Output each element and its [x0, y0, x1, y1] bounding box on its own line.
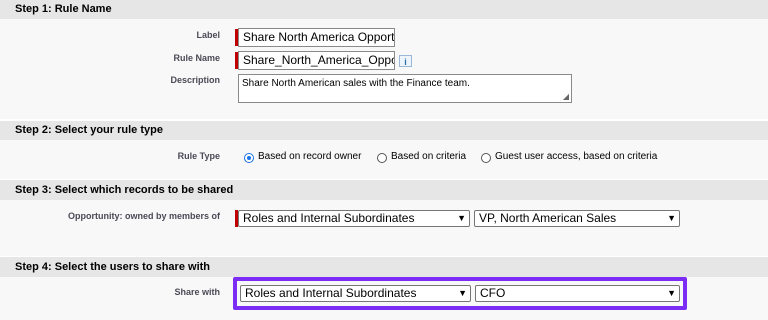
step2-heading: Step 2: Select your rule type — [0, 121, 768, 140]
chevron-down-icon: ▼ — [457, 213, 466, 223]
radio-criteria[interactable] — [377, 153, 387, 163]
owner-group-type-select[interactable]: Roles and Internal Subordinates ▼ — [238, 210, 470, 227]
owner-group-value: VP, North American Sales — [479, 211, 617, 225]
radio-record-owner-label[interactable]: Based on record owner — [258, 151, 361, 162]
share-with-group-value-select[interactable]: CFO ▼ — [475, 285, 680, 302]
step1-heading: Step 1: Rule Name — [0, 0, 768, 19]
radio-criteria-label[interactable]: Based on criteria — [391, 151, 466, 162]
description-text: Share North American sales with the Fina… — [242, 78, 470, 89]
step4-heading: Step 4: Select the users to share with — [0, 257, 768, 277]
chevron-down-icon: ▼ — [458, 288, 467, 298]
resize-grip-icon[interactable]: ◢ — [563, 93, 569, 101]
info-icon[interactable]: i — [399, 55, 412, 67]
rule-name-caption: Rule Name — [173, 53, 220, 63]
description-textarea[interactable]: Share North American sales with the Fina… — [238, 74, 572, 103]
owner-group-type-value: Roles and Internal Subordinates — [243, 211, 415, 225]
description-caption: Description — [170, 75, 220, 85]
rule-type-caption: Rule Type — [177, 151, 220, 161]
step3-body — [0, 200, 768, 256]
step3-heading: Step 3: Select which records to be share… — [0, 180, 768, 200]
share-with-group-type-value: Roles and Internal Subordinates — [245, 286, 417, 300]
label-caption: Label — [196, 30, 220, 40]
share-with-group-value: CFO — [480, 286, 506, 300]
owned-by-caption: Opportunity: owned by members of — [67, 211, 220, 221]
radio-guest-access-label[interactable]: Guest user access, based on criteria — [495, 151, 657, 162]
share-with-caption: Share with — [174, 287, 220, 297]
owner-group-value-select[interactable]: VP, North American Sales ▼ — [474, 210, 680, 227]
rule-name-input[interactable]: Share_North_America_Opportunities — [238, 51, 395, 70]
label-input[interactable]: Share North America Opportunities — [238, 28, 395, 47]
share-with-group-type-select[interactable]: Roles and Internal Subordinates ▼ — [240, 285, 471, 302]
radio-record-owner[interactable] — [244, 153, 254, 163]
chevron-down-icon: ▼ — [667, 288, 676, 298]
chevron-down-icon: ▼ — [667, 213, 676, 223]
radio-guest-access[interactable] — [481, 153, 491, 163]
